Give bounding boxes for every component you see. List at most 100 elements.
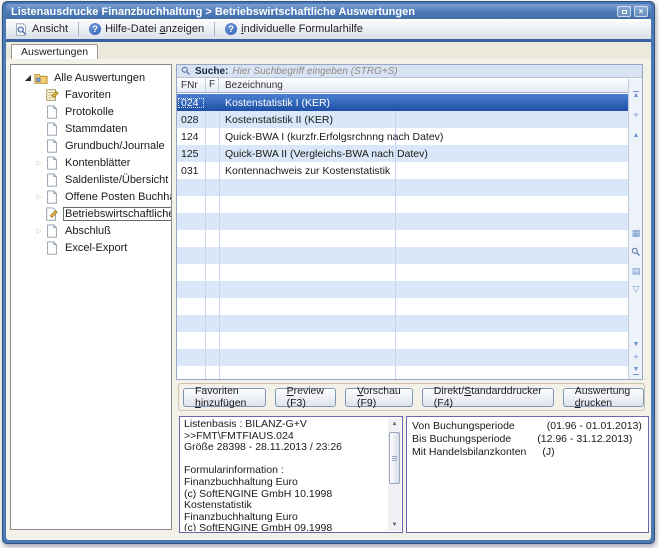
tree-item-grundbuch-journale[interactable]: Grundbuch/Journale bbox=[11, 137, 171, 154]
document-icon bbox=[45, 224, 60, 238]
tree-item-kontenblaetter[interactable]: ▷ Kontenblätter bbox=[11, 154, 171, 171]
cell-fnr: 125 bbox=[177, 148, 205, 160]
auswertungen-list-panel: Suche: Hier Suchbegriff eingeben (STRG+S… bbox=[176, 64, 643, 380]
tree-item-label: Kontenblätter bbox=[63, 157, 132, 169]
close-window-button[interactable]: × bbox=[634, 6, 648, 17]
document-icon bbox=[45, 156, 60, 170]
table-header: FNr F Bezeichnung bbox=[177, 78, 642, 93]
list-side-toolbar: ▲ + ▲ ▦ ▤ ▽ ▼ + ▼ bbox=[628, 79, 642, 379]
toolbar-separator bbox=[214, 22, 215, 36]
search-input[interactable]: Hier Suchbegriff eingeben (STRG+S) bbox=[232, 66, 397, 77]
cell-bezeichnung: Kostenstatistik I (KER) bbox=[219, 97, 628, 109]
filter-icon[interactable]: ▽ bbox=[629, 285, 643, 294]
tree-item-label: Favoriten bbox=[63, 89, 113, 101]
chevron-right-icon[interactable]: ▷ bbox=[33, 227, 45, 235]
scrollbar-up-icon[interactable]: ▲ bbox=[388, 418, 401, 430]
preview-button[interactable]: Preview (F3) bbox=[275, 388, 336, 407]
tree-item-label: Grundbuch/Journale bbox=[63, 140, 167, 152]
toolbar: Ansicht ? Hilfe-Datei anzeigen ? individ… bbox=[6, 19, 651, 39]
tree-item-label: Excel-Export bbox=[63, 242, 129, 254]
document-icon bbox=[45, 190, 60, 204]
scroll-to-top-icon[interactable]: ▲ bbox=[629, 91, 643, 100]
tree-item-label: Protokolle bbox=[63, 106, 116, 118]
cell-fnr: 124 bbox=[177, 131, 205, 143]
window-title: Listenausdrucke Finanzbuchhaltung > Betr… bbox=[11, 6, 415, 18]
search-list-icon[interactable] bbox=[629, 247, 643, 260]
column-header-fnr[interactable]: FNr bbox=[177, 80, 205, 91]
favoriten-hinzufuegen-button[interactable]: Favoriten hinzufügen bbox=[183, 388, 266, 407]
direkt-standarddrucker-button[interactable]: Direkt/Standarddrucker (F4) bbox=[422, 388, 554, 407]
tab-auswertungen[interactable]: Auswertungen bbox=[11, 44, 98, 59]
app-window: Listenausdrucke Finanzbuchhaltung > Betr… bbox=[2, 1, 655, 544]
tree-item-offene-posten-buchhaltung[interactable]: ▷ Offene Posten Buchhaltung bbox=[11, 188, 171, 205]
hilfe-datei-anzeigen-button[interactable]: ? Hilfe-Datei anzeigen bbox=[83, 22, 210, 36]
move-icon[interactable]: + bbox=[629, 353, 643, 362]
tree-item-label: Stammdaten bbox=[63, 123, 129, 135]
tree-item-stammdaten[interactable]: Stammdaten bbox=[11, 120, 171, 137]
tree-item-label: Offene Posten Buchhaltung bbox=[63, 191, 172, 203]
column-header-bezeichnung[interactable]: Bezeichnung bbox=[219, 80, 642, 91]
info-scrollbar[interactable]: ▲ ▼ bbox=[388, 418, 401, 531]
parameter-entry: Mit Handelsbilanzkonten(J) bbox=[412, 446, 643, 459]
tree-item-label: Betriebswirtschaftliche Auswertungen bbox=[63, 207, 172, 221]
chevron-right-icon[interactable]: ▷ bbox=[33, 193, 45, 201]
search-label: Suche: bbox=[195, 66, 228, 77]
restore-window-button[interactable] bbox=[617, 6, 631, 17]
hilfe-datei-label: Hilfe-Datei anzeigen bbox=[105, 23, 204, 35]
cell-fnr: 028 bbox=[177, 114, 205, 126]
cell-bezeichnung: Kontennachweis zur Kostenstatistik bbox=[219, 165, 628, 177]
tree-item-excel-export[interactable]: Excel-Export bbox=[11, 239, 171, 256]
document-icon bbox=[45, 139, 60, 153]
help-icon: ? bbox=[225, 23, 237, 35]
tree-item-betriebswirtschaftliche-auswertungen[interactable]: Betriebswirtschaftliche Auswertungen bbox=[11, 205, 171, 222]
tree-item-alle-auswertungen[interactable]: ◢ Alle Auswertungen bbox=[11, 69, 171, 86]
cell-bezeichnung: Quick-BWA II (Vergleichs-BWA nach Datev) bbox=[219, 148, 628, 160]
grid-columns-icon[interactable]: ▦ bbox=[629, 229, 643, 238]
scroll-up-icon[interactable]: ▲ bbox=[629, 131, 643, 140]
scroll-down-icon[interactable]: ▼ bbox=[629, 340, 643, 349]
table-row[interactable]: 024 Kostenstatistik I (KER) bbox=[177, 94, 628, 111]
document-icon bbox=[45, 105, 60, 119]
table-settings-icon[interactable]: ▤ bbox=[629, 267, 643, 276]
vorschau-button[interactable]: Vorschau (F9) bbox=[345, 388, 413, 407]
auswertung-drucken-button[interactable]: Auswertung drucken bbox=[563, 388, 644, 407]
scrollbar-down-icon[interactable]: ▼ bbox=[388, 519, 401, 531]
table-row[interactable]: 124 Quick-BWA I (kurzfr.Erfolgsrchnng na… bbox=[177, 128, 628, 145]
table-row[interactable]: 028 Kostenstatistik II (KER) bbox=[177, 111, 628, 128]
parameter-value: (12.96 - 31.12.2013) bbox=[537, 433, 632, 445]
main-content: ◢ Alle Auswertungen Favoriten Protokolle… bbox=[6, 59, 651, 540]
title-bar[interactable]: Listenausdrucke Finanzbuchhaltung > Betr… bbox=[6, 4, 651, 19]
cell-bezeichnung: Kostenstatistik II (KER) bbox=[219, 114, 628, 126]
tree-item-favoriten[interactable]: Favoriten bbox=[11, 86, 171, 103]
table-row[interactable]: 031 Kontennachweis zur Kostenstatistik bbox=[177, 162, 628, 179]
tree-item-saldenliste-uebersicht[interactable]: Saldenliste/Übersicht bbox=[11, 171, 171, 188]
document-icon bbox=[45, 241, 60, 255]
table-row[interactable]: 125 Quick-BWA II (Vergleichs-BWA nach Da… bbox=[177, 145, 628, 162]
ansicht-label: Ansicht bbox=[32, 23, 68, 35]
parameter-label: Bis Buchungsperiode bbox=[412, 433, 511, 445]
tree-item-protokolle[interactable]: Protokolle bbox=[11, 103, 171, 120]
toolbar-separator bbox=[78, 22, 79, 36]
restore-icon bbox=[622, 10, 627, 14]
parameter-entry: Bis Buchungsperiode (12.96 - 31.12.2013) bbox=[412, 433, 643, 446]
scroll-to-bottom-icon[interactable]: ▼ bbox=[629, 365, 643, 375]
chevron-right-icon[interactable]: ▷ bbox=[33, 159, 45, 167]
search-bar[interactable]: Suche: Hier Suchbegriff eingeben (STRG+S… bbox=[177, 65, 642, 78]
auswertungen-tree: ◢ Alle Auswertungen Favoriten Protokolle… bbox=[10, 64, 172, 530]
scrollbar-thumb[interactable] bbox=[389, 432, 400, 484]
table-rows-area: 024 Kostenstatistik I (KER) 028 Kostenst… bbox=[177, 94, 628, 379]
cell-fnr: 024 bbox=[177, 97, 205, 109]
tree-item-label: Saldenliste/Übersicht bbox=[63, 174, 170, 186]
tree-item-abschluss[interactable]: ▷ Abschluß bbox=[11, 222, 171, 239]
ansicht-button[interactable]: Ansicht bbox=[9, 22, 74, 37]
document-icon bbox=[45, 122, 60, 136]
column-header-f[interactable]: F bbox=[205, 78, 219, 92]
move-icon[interactable]: + bbox=[629, 111, 643, 120]
folder-icon bbox=[34, 71, 49, 85]
tree-expanded-icon[interactable]: ◢ bbox=[22, 73, 34, 82]
formularhilfe-label: individuelle Formularhilfe bbox=[241, 23, 363, 35]
individuelle-formularhilfe-button[interactable]: ? individuelle Formularhilfe bbox=[219, 22, 369, 36]
cell-bezeichnung: Quick-BWA I (kurzfr.Erfolgsrchnng nach D… bbox=[219, 131, 628, 143]
magnifier-page-icon bbox=[15, 23, 28, 36]
tree-item-label: Abschluß bbox=[63, 225, 113, 237]
